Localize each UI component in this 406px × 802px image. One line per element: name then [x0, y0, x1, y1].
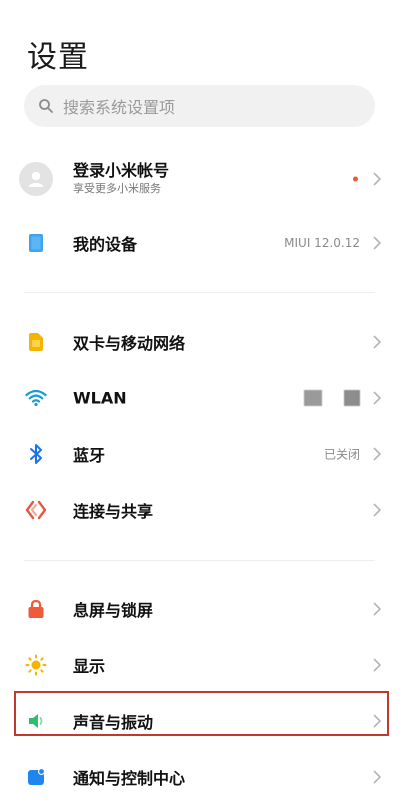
sim-mobile-network-row[interactable]: 双卡与移动网络	[0, 317, 406, 367]
chevron-right-icon	[373, 447, 382, 461]
notification-icon	[22, 763, 50, 791]
notification-control-label: 通知与控制中心	[73, 769, 186, 788]
account-row[interactable]: 登录小米帐号 享受更多小米服务	[0, 154, 406, 204]
bluetooth-icon	[22, 440, 50, 468]
connection-sharing-label: 连接与共享	[73, 502, 154, 521]
wlan-row[interactable]: WLAN	[0, 373, 406, 423]
sim-card-icon	[22, 328, 50, 356]
user-icon	[28, 171, 44, 187]
chevron-right-icon	[373, 658, 382, 672]
search-bar[interactable]: 搜索系统设置项	[24, 85, 375, 127]
section-divider	[24, 560, 375, 561]
redacted-network-name	[304, 390, 322, 406]
search-placeholder: 搜索系统设置项	[63, 98, 176, 117]
sim-network-label: 双卡与移动网络	[73, 334, 186, 353]
share-icon	[22, 496, 50, 524]
my-device-label: 我的设备	[73, 235, 138, 254]
chevron-right-icon	[373, 172, 382, 186]
wifi-icon	[22, 384, 50, 412]
page-title: 设置	[27, 40, 89, 75]
lock-screen-row[interactable]: 息屏与锁屏	[0, 584, 406, 634]
redacted-network-name	[344, 390, 360, 406]
avatar	[19, 162, 53, 196]
my-device-row[interactable]: 我的设备 MIUI 12.0.12	[0, 218, 406, 268]
lock-screen-label: 息屏与锁屏	[73, 601, 154, 620]
section-divider	[24, 292, 375, 293]
miui-version: MIUI 12.0.12	[284, 236, 360, 250]
bluetooth-row[interactable]: 蓝牙 已关闭	[0, 429, 406, 479]
device-icon	[22, 229, 50, 257]
wlan-label: WLAN	[73, 388, 127, 408]
chevron-right-icon	[373, 335, 382, 349]
bluetooth-status: 已关闭	[323, 447, 360, 462]
chevron-right-icon	[373, 503, 382, 517]
highlight-box	[14, 691, 389, 736]
chevron-right-icon	[373, 602, 382, 616]
lock-icon	[22, 595, 50, 623]
search-icon	[39, 99, 53, 113]
connection-sharing-row[interactable]: 连接与共享	[0, 485, 406, 535]
notification-control-row[interactable]: 通知与控制中心	[0, 752, 406, 802]
bluetooth-label: 蓝牙	[73, 446, 106, 465]
account-title: 登录小米帐号	[73, 161, 170, 180]
account-subtitle: 享受更多小米服务	[73, 182, 161, 195]
brightness-icon	[22, 651, 50, 679]
chevron-right-icon	[373, 236, 382, 250]
chevron-right-icon	[373, 391, 382, 405]
notification-dot	[353, 176, 358, 182]
display-row[interactable]: 显示	[0, 640, 406, 690]
chevron-right-icon	[373, 770, 382, 784]
display-label: 显示	[73, 657, 106, 676]
